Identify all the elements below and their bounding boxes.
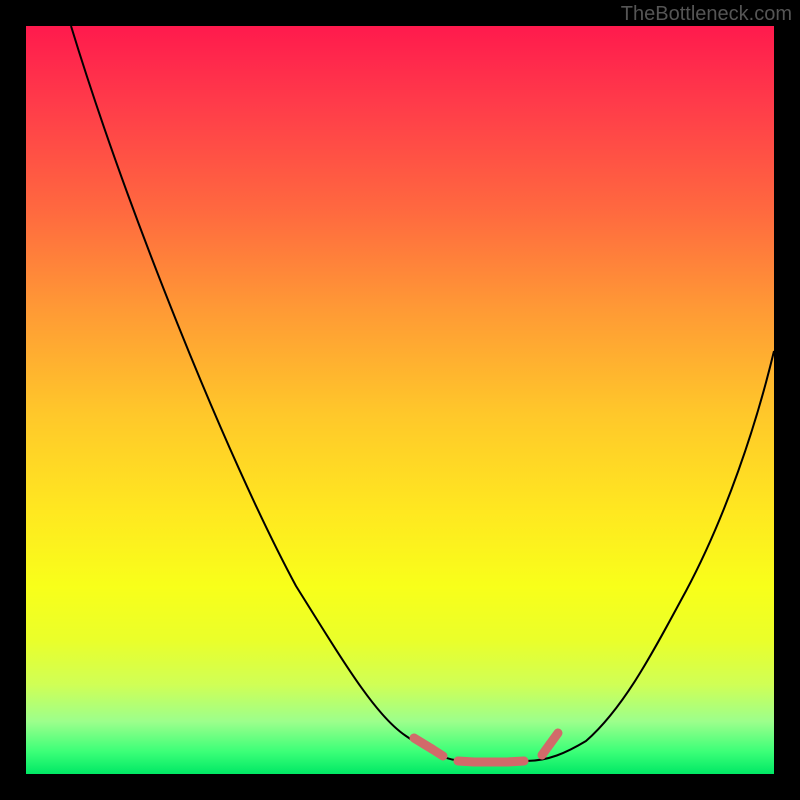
watermark-text: TheBottleneck.com (621, 3, 792, 26)
chart-frame (26, 26, 774, 774)
bottleneck-curve (71, 26, 774, 761)
highlight-marker (414, 733, 558, 762)
chart-svg (26, 26, 774, 774)
